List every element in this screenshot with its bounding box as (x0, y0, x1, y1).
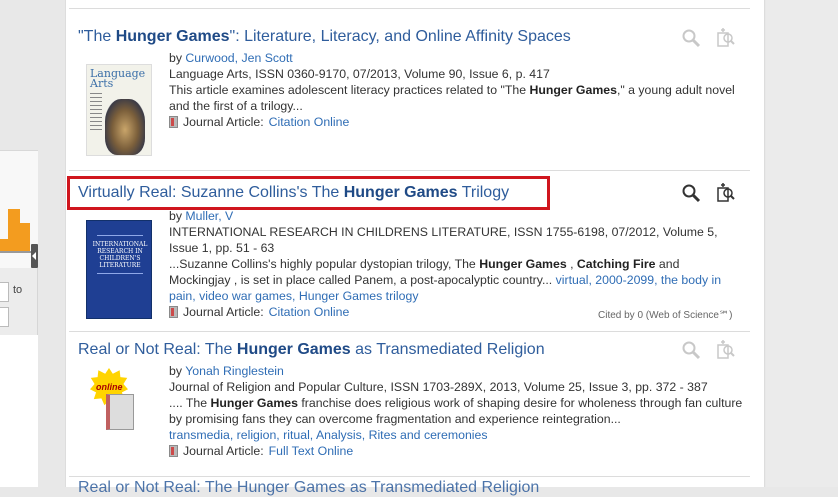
divider (69, 476, 750, 477)
year-slider-track[interactable] (0, 251, 31, 253)
author-link[interactable]: Yonah Ringlestein (185, 364, 284, 378)
by-label: by (169, 51, 186, 65)
add-to-folder-icon[interactable] (715, 340, 735, 360)
results-list: "The Hunger Games": Literature, Literacy… (65, 0, 765, 496)
next-result-title-partial[interactable]: Real or Not Real: The Hunger Games as Tr… (78, 479, 539, 497)
journal-article-icon (169, 445, 178, 457)
result-title[interactable]: "The Hunger Games": Literature, Literacy… (78, 28, 571, 46)
year-to-label: to (13, 284, 23, 296)
divider (69, 170, 750, 171)
online-badge: online (96, 382, 123, 392)
journal-article-icon (169, 116, 178, 128)
access-link[interactable]: Citation Online (269, 304, 350, 320)
citation-count[interactable]: Cited by 0 (Web of Science℠) (598, 310, 733, 321)
source-line: INTERNATIONAL RESEARCH IN CHILDRENS LITE… (169, 225, 718, 255)
document-icon (106, 394, 134, 430)
divider (69, 8, 750, 9)
snippet: This article examines adolescent literac… (169, 83, 735, 113)
sidebar-panel (0, 0, 38, 150)
source-line: Language Arts, ISSN 0360-9170, 07/2013, … (169, 67, 550, 81)
divider (69, 331, 750, 332)
author-link[interactable]: Muller, V (185, 209, 233, 223)
magnifier-icon[interactable] (681, 183, 701, 203)
cover-thumbnail[interactable]: Language Arts (86, 64, 152, 156)
by-label: by (169, 364, 186, 378)
online-badge-thumbnail[interactable]: online (86, 366, 152, 436)
snippet: .... The Hunger Games franchise does rel… (169, 396, 743, 426)
by-label: by (169, 209, 186, 223)
journal-article-icon (169, 306, 178, 318)
result-title[interactable]: Real or Not Real: The Hunger Games as Tr… (78, 341, 545, 359)
sidebar-lower (0, 335, 38, 487)
year-slider-handle[interactable] (31, 244, 38, 268)
content-type: Journal Article: (183, 444, 264, 458)
author-link[interactable]: Curwood, Jen Scott (185, 51, 292, 65)
result-title[interactable]: Virtually Real: Suzanne Collins's The Hu… (78, 184, 509, 202)
access-link[interactable]: Full Text Online (269, 443, 354, 459)
content-type: Journal Article: (183, 115, 264, 129)
magnifier-icon[interactable] (681, 340, 701, 360)
year-to-input[interactable] (0, 307, 9, 327)
add-to-folder-icon[interactable] (715, 183, 735, 203)
magnifier-icon[interactable] (681, 28, 701, 48)
content-type: Journal Article: (183, 305, 264, 319)
add-to-folder-icon[interactable] (715, 28, 735, 48)
page-gutter (766, 0, 838, 487)
subject-links[interactable]: transmedia, religion, ritual, Analysis, … (169, 428, 488, 442)
access-link[interactable]: Citation Online (269, 114, 350, 130)
year-from-input[interactable] (0, 282, 9, 302)
snippet: ...Suzanne Collins's highly popular dyst… (169, 257, 722, 303)
cover-thumbnail[interactable]: INTERNATIONAL RESEARCH IN CHILDREN'S LIT… (86, 220, 152, 319)
source-line: Journal of Religion and Popular Culture,… (169, 380, 708, 394)
facet-sidebar: to (0, 0, 38, 487)
